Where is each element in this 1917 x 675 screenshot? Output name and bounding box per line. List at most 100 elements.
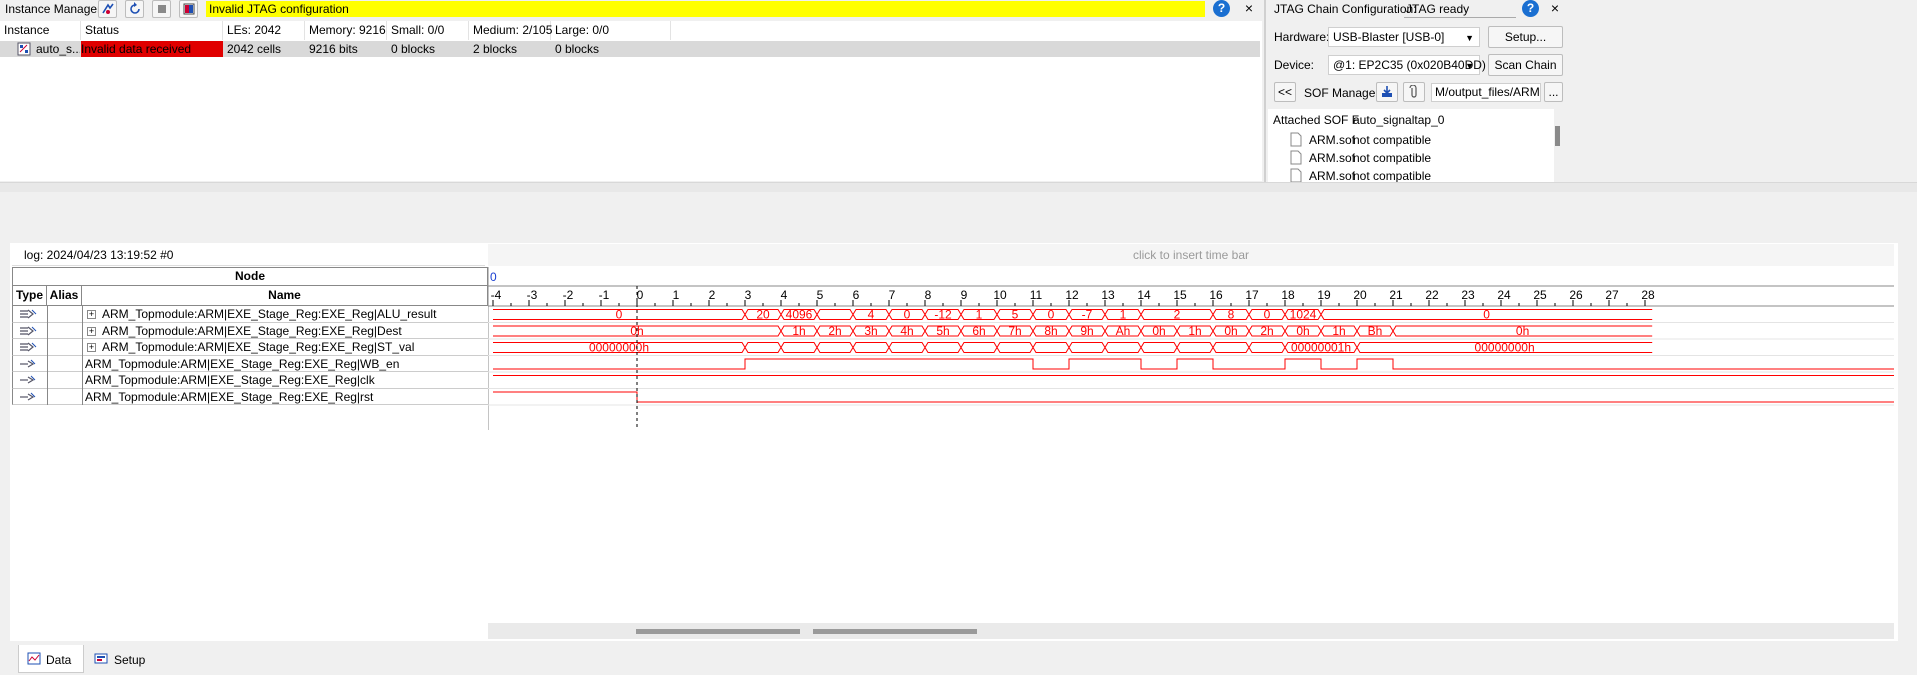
bottom-tab-bar: Data Setup — [10, 645, 1898, 675]
signal-row[interactable]: + ARM_Topmodule:ARM|EXE_Stage_Reg:EXE_Reg… — [12, 339, 489, 356]
node-header: Node — [12, 267, 488, 286]
scan-chain-label: Scan Chain — [1494, 58, 1557, 72]
bus-value-label: 2h — [1260, 324, 1273, 338]
alias-cell[interactable] — [48, 389, 82, 406]
device-select[interactable]: @1: EP2C35 (0x020B40DD) ▼ — [1328, 55, 1486, 75]
bus-value-label: 1 — [976, 308, 983, 322]
sof-path-field[interactable]: M/output_files/ARM.sof — [1431, 83, 1541, 102]
sof-list-scrollbar[interactable] — [1555, 126, 1560, 146]
sof-file-name: ARM.sof — [1309, 169, 1356, 182]
signal-node-icon — [18, 357, 38, 371]
alias-cell[interactable] — [48, 372, 82, 389]
bus-node-icon — [18, 324, 38, 338]
help-button[interactable]: ? — [1213, 0, 1230, 17]
program-device-button[interactable] — [1376, 82, 1398, 102]
scrollbar-thumb[interactable] — [813, 629, 977, 634]
bus-value-label: -7 — [1082, 308, 1093, 322]
signal-row[interactable]: ARM_Topmodule:ARM|EXE_Stage_Reg:EXE_Reg|… — [12, 372, 489, 389]
attached-sof-value: auto_signaltap_0 — [1353, 113, 1445, 127]
expand-icon[interactable]: + — [87, 326, 96, 336]
alias-cell[interactable] — [48, 356, 82, 373]
instance-row[interactable]: auto_s... Invalid data received 2042 cel… — [0, 41, 1260, 57]
browse-sof-button[interactable]: ... — [1544, 82, 1563, 102]
waveform-canvas[interactable]: 0 -4 -3 -2 -1 0 1 2 3 4 5 6 7 8 9 10 11 12 13 14 15 16 17 18 19… — [488, 267, 1894, 430]
tab-data-label: Data — [46, 653, 72, 667]
bus-node-icon — [18, 307, 38, 321]
ruler-tick-label: -3 — [527, 288, 538, 302]
expand-icon[interactable]: + — [87, 310, 96, 319]
attach-sof-button[interactable] — [1403, 82, 1425, 102]
run-analysis-button[interactable] — [125, 0, 144, 18]
stop-analysis-button[interactable] — [152, 0, 171, 18]
signal-row[interactable]: ARM_Topmodule:ARM|EXE_Stage_Reg:EXE_Reg|… — [12, 388, 489, 406]
sof-list-item[interactable]: ARM.sof not compatible — [1290, 167, 1530, 182]
jtag-title: JTAG Chain Configuration: — [1274, 2, 1417, 16]
read-data-button[interactable] — [179, 0, 198, 18]
scan-chain-button[interactable]: Scan Chain — [1488, 54, 1563, 76]
col-memory-header[interactable]: Memory: 9216 — [305, 21, 387, 40]
sof-file-name: ARM.sof — [1309, 133, 1356, 147]
column-divider — [82, 388, 83, 405]
time-bar-hint: click to insert time bar — [1132, 248, 1250, 262]
horizontal-scrollbar[interactable] — [488, 623, 1894, 639]
alias-cell[interactable] — [48, 306, 82, 323]
jtag-help-button[interactable]: ? — [1522, 0, 1539, 17]
autorun-icon — [101, 3, 114, 14]
ruler-tick-label: 26 — [1569, 288, 1583, 302]
bus-value-label: 4096 — [786, 308, 813, 322]
signal-name: ARM_Topmodule:ARM|EXE_Stage_Reg:EXE_Reg|… — [85, 389, 374, 404]
file-icon — [1290, 150, 1302, 165]
expand-icon[interactable]: + — [87, 343, 96, 352]
browse-label: ... — [1548, 85, 1559, 99]
bus-value-label: 0 — [904, 308, 911, 322]
hardware-select[interactable]: USB-Blaster [USB-0] ▼ — [1328, 27, 1480, 47]
close-jtag-panel-button[interactable]: × — [1548, 0, 1562, 17]
tab-setup[interactable]: Setup — [88, 645, 158, 673]
read-data-icon — [183, 3, 194, 15]
scrollbar-thumb[interactable] — [636, 629, 800, 634]
ruler-tick-label: 8 — [925, 288, 932, 302]
instance-manager-toolbar: Instance Manager: Invalid JTAG configura… — [0, 0, 1262, 19]
setup-button-label: Setup... — [1504, 30, 1547, 44]
sof-list-item[interactable]: ARM.sof not compatible — [1290, 131, 1530, 149]
ruler-tick-label: 3 — [745, 288, 752, 302]
bus-value-label: 2h — [828, 324, 841, 338]
tab-data[interactable]: Data — [18, 645, 84, 673]
close-instance-manager-button[interactable]: × — [1242, 0, 1256, 17]
alias-cell[interactable] — [48, 323, 82, 340]
signal-row[interactable]: + ARM_Topmodule:ARM|EXE_Stage_Reg:EXE_Reg… — [12, 306, 489, 323]
col-small-header[interactable]: Small: 0/0 — [387, 21, 469, 40]
ruler-tick-label: 20 — [1353, 288, 1367, 302]
ruler-tick-label: 25 — [1533, 288, 1547, 302]
ruler-tick-label: 19 — [1317, 288, 1331, 302]
instance-table-header: Instance Status LEs: 2042 Memory: 9216 S… — [0, 21, 1262, 40]
collapse-button[interactable]: << — [1274, 82, 1296, 102]
col-les-header[interactable]: LEs: 2042 — [223, 21, 305, 40]
ruler-tick-label: 12 — [1065, 288, 1079, 302]
sof-list-item[interactable]: ARM.sof not compatible — [1290, 149, 1530, 167]
col-status-header[interactable]: Status — [81, 21, 223, 40]
signal-row[interactable]: ARM_Topmodule:ARM|EXE_Stage_Reg:EXE_Reg|… — [12, 355, 489, 373]
column-divider — [82, 372, 83, 389]
panel-splitter[interactable] — [0, 182, 1917, 192]
signal-node-icon — [18, 373, 38, 387]
column-divider — [82, 306, 83, 323]
ruler-tick-label: 4 — [781, 288, 788, 302]
column-divider — [82, 339, 83, 356]
time-bar-strip[interactable]: click to insert time bar — [488, 244, 1894, 266]
log-label-bar: log: 2024/04/23 13:19:52 #0 — [12, 244, 485, 266]
alias-header[interactable]: Alias — [47, 286, 82, 306]
alias-cell[interactable] — [48, 339, 82, 356]
name-header[interactable]: Name — [82, 286, 488, 306]
collapse-label: << — [1277, 85, 1292, 99]
type-header[interactable]: Type — [12, 286, 47, 306]
ruler-tick-label: 23 — [1461, 288, 1475, 302]
col-large-header[interactable]: Large: 0/0 — [551, 21, 671, 40]
col-medium-header[interactable]: Medium: 2/105 — [469, 21, 552, 40]
setup-button[interactable]: Setup... — [1488, 26, 1563, 48]
col-instance-header[interactable]: Instance — [0, 21, 81, 40]
signal-row[interactable]: + ARM_Topmodule:ARM|EXE_Stage_Reg:EXE_Reg… — [12, 322, 489, 340]
tab-setup-label: Setup — [114, 653, 146, 667]
autorun-button[interactable] — [98, 0, 117, 18]
ruler-tick-label: 24 — [1497, 288, 1511, 302]
